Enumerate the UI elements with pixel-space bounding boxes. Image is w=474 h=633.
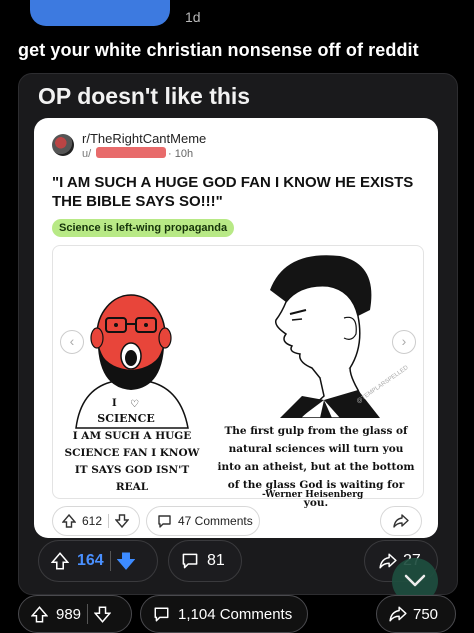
downvote-icon[interactable] [115, 514, 130, 528]
embedded-share-button[interactable] [380, 506, 422, 536]
comment-text: OP doesn't like this [38, 83, 251, 109]
post-title: get your white christian nonsense off of… [18, 40, 419, 60]
embedded-post-age: · 10h [168, 148, 194, 160]
upvote-icon[interactable] [31, 605, 48, 623]
comment-replies-button[interactable]: 81 [168, 540, 242, 582]
embedded-vote-count: 612 [82, 514, 103, 528]
comment-icon [181, 552, 199, 570]
chevron-right-icon: › [401, 333, 407, 349]
meme-author: -Werner Heisenberg [262, 490, 364, 500]
embedded-comments-label: 47 Comments [178, 514, 253, 528]
post-vote-pill: 989 [18, 595, 132, 633]
subreddit-avatar [52, 134, 74, 156]
post-comments-button[interactable]: 1,104 Comments [140, 595, 308, 633]
meme-left-i: I [112, 398, 117, 409]
comment-icon [153, 606, 170, 623]
post-comments-label: 1,104 Comments [178, 605, 293, 623]
redacted-username [30, 0, 170, 26]
vote-divider [87, 604, 89, 624]
embedded-vote-pill: 612 [52, 506, 140, 536]
share-icon [389, 606, 407, 622]
comment-vote-count: 164 [77, 552, 104, 569]
upvote-icon[interactable] [51, 552, 69, 570]
subreddit-name[interactable]: r/TheRightCantMeme [82, 131, 206, 146]
downvote-icon[interactable] [116, 552, 135, 570]
vote-divider [108, 514, 110, 528]
share-icon [393, 514, 409, 528]
vote-divider [109, 551, 111, 571]
heart-icon: ♡ [130, 399, 139, 410]
redacted-embedded-username [96, 147, 166, 158]
comment-vote-pill: 164 [38, 540, 158, 582]
post-vote-count: 989 [56, 605, 82, 623]
upvote-icon[interactable] [62, 514, 76, 528]
embedded-comments-button[interactable]: 47 Comments [146, 506, 260, 536]
image-prev-button[interactable]: ‹ [60, 330, 84, 354]
downvote-icon[interactable] [94, 605, 112, 623]
comment-replies-count: 81 [207, 552, 225, 569]
comment-icon [157, 514, 172, 529]
post-flair[interactable]: Science is left-wing propaganda [52, 219, 235, 237]
post-time: 1d [185, 9, 201, 25]
username-prefix: u/ [82, 148, 92, 160]
post-share-count: 750 [413, 605, 439, 623]
chevron-left-icon: ‹ [69, 333, 75, 349]
post-share-button[interactable]: 750 [376, 595, 456, 633]
image-next-button[interactable]: › [392, 330, 416, 354]
meme-left-caption: I AM SUCH A HUGE SCIENCE FAN I KNOW IT S… [64, 430, 200, 493]
meme-left-science: SCIENCE [97, 412, 155, 425]
embedded-post-title: "I AM SUCH A HUGE GOD FAN I KNOW HE EXIS… [52, 174, 414, 210]
